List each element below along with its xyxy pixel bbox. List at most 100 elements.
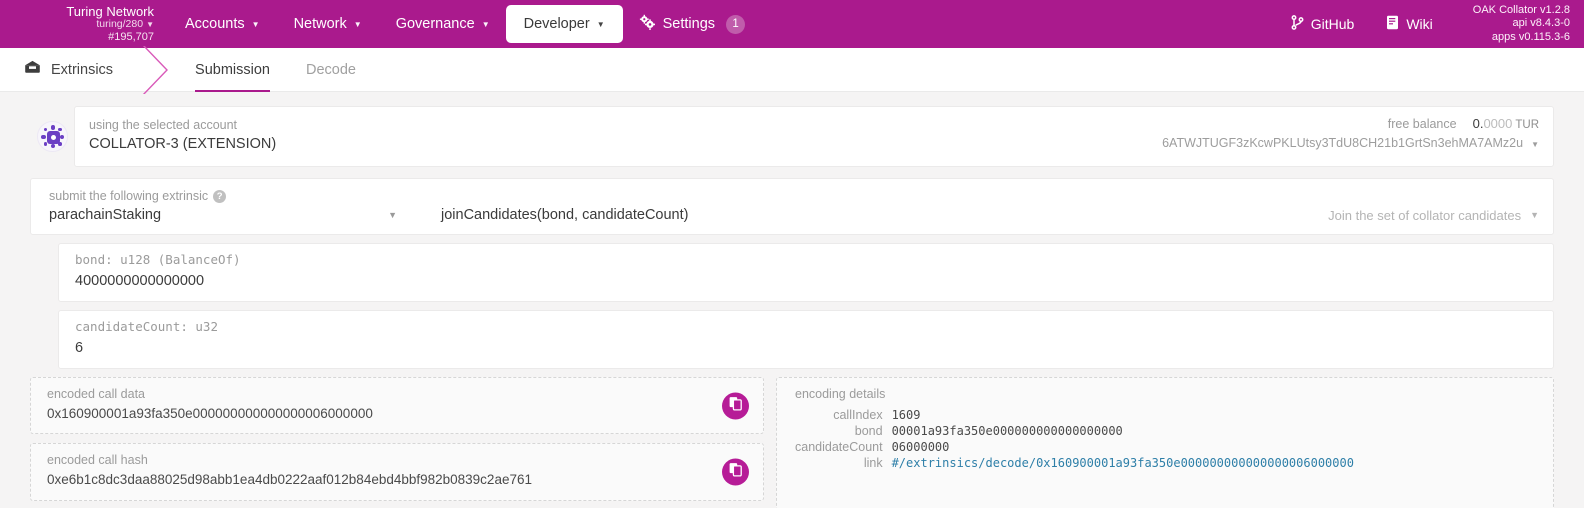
method-doc[interactable]: Join the set of collator candidates ▼ (1328, 208, 1539, 223)
param-input-value[interactable]: 4000000000000000 (75, 270, 1539, 292)
nav-item-label: Network (293, 16, 347, 32)
chain-name: Turing Network (66, 3, 154, 19)
top-navigation-bar: Turing Network turing/280 ▼ #195,707 Acco… (0, 0, 1584, 48)
extrinsic-selector-panel: submit the following extrinsic? parachai… (30, 177, 1554, 235)
nav-item-label: Developer (523, 16, 590, 32)
param-label: bond: u128 (BalanceOf) (75, 252, 241, 267)
version-apps: apps v0.115.3-6 (1491, 30, 1570, 43)
chevron-down-icon: ▼ (146, 20, 154, 30)
account-name: COLLATOR-3 (EXTENSION) (89, 136, 277, 153)
chevron-down-icon: ▼ (596, 19, 605, 29)
param-field-candidatecount[interactable]: candidateCount: u32 6 (58, 310, 1554, 370)
free-balance-value: 0.0000 (1473, 116, 1513, 131)
version-node: OAK Collator v1.2.8 (1472, 3, 1570, 16)
param-field-bond[interactable]: bond: u128 (BalanceOf) 4000000000000000 (58, 243, 1554, 303)
github-link[interactable]: GitHub (1275, 15, 1371, 33)
identicon-avatar (36, 120, 68, 152)
account-panel[interactable]: using the selected account COLLATOR-3 (E… (74, 106, 1554, 167)
balance-fraction: 0000 (1483, 116, 1513, 131)
encoded-call-hash-label: encoded call hash (47, 453, 148, 468)
detail-key: callIndex (833, 407, 883, 422)
encoded-call-hash-box: encoded call hash 0xe6b1c8dc3daa88025d98… (30, 443, 764, 501)
main-content: using the selected account COLLATOR-3 (E… (0, 92, 1584, 508)
balance-unit: TUR (1515, 119, 1539, 131)
question-mark-icon[interactable]: ? (213, 190, 227, 204)
encoded-section: encoded call data 0x160900001a93fa350e00… (30, 377, 1554, 508)
extrinsic-label-row: submit the following extrinsic? (49, 187, 1539, 205)
nav-item-developer[interactable]: Developer ▼ (506, 6, 622, 42)
tab-decode[interactable]: Decode (288, 48, 374, 91)
topbar-right: GitHub Wiki OAK Collator v1.2.8 api v8.4… (1275, 0, 1584, 48)
param-input-value[interactable]: 6 (75, 337, 1539, 359)
detail-value: 1609 (891, 407, 921, 422)
balance-whole: 0. (1472, 116, 1484, 131)
nav-item-label: Governance (395, 16, 475, 32)
nav-item-settings[interactable]: Settings 1 (622, 6, 762, 42)
method-doc-text: Join the set of collator candidates (1328, 207, 1522, 223)
encoded-call-data-value: 0x160900001a93fa350e00000000000000000600… (47, 405, 373, 421)
nav-item-governance[interactable]: Governance ▼ (379, 6, 507, 42)
account-address-select[interactable]: 6ATWJTUGF3zKcwPKLUtsy3TdU8CH21b1GrtSn3eh… (1162, 136, 1539, 150)
tab-label: Decode (306, 61, 356, 78)
copy-icon (729, 396, 742, 415)
detail-key: bond (854, 423, 883, 438)
breadcrumb[interactable]: Extrinsics (0, 48, 135, 91)
mailbox-icon (24, 60, 41, 79)
nav-item-label: Settings (662, 16, 716, 32)
breadcrumb-label: Extrinsics (51, 61, 114, 78)
gears-icon (639, 14, 656, 34)
chain-info[interactable]: Turing Network turing/280 ▼ #195,707 (0, 3, 168, 44)
copy-call-hash-button[interactable] (722, 458, 749, 486)
book-icon (1386, 15, 1399, 33)
breadcrumb-separator (135, 46, 177, 94)
module-value: parachainStaking (49, 207, 162, 223)
version-api: api v8.4.3-0 (1512, 17, 1570, 30)
detail-key: link (863, 455, 883, 470)
wiki-link[interactable]: Wiki (1370, 15, 1448, 33)
chevron-down-icon: ▼ (388, 210, 397, 220)
nav-item-accounts[interactable]: Accounts ▼ (168, 6, 277, 42)
account-label: using the selected account (89, 118, 238, 132)
encoded-left-column: encoded call data 0x160900001a93fa350e00… (30, 377, 764, 508)
module-dropdown[interactable]: parachainStaking ▼ (49, 207, 411, 223)
method-dropdown[interactable]: joinCandidates(bond, candidateCount) (411, 207, 1328, 223)
table-row: link #/extrinsics/decode/0x160900001a93f… (795, 455, 1354, 471)
encoded-call-data-label: encoded call data (47, 387, 145, 402)
chain-spec-label: turing/280 (96, 18, 144, 31)
account-row: using the selected account COLLATOR-3 (E… (30, 106, 1554, 167)
chevron-down-icon: ▼ (1531, 140, 1539, 149)
tab-bar: Extrinsics Submission Decode (0, 46, 1584, 94)
encoding-details-box: encoding details callIndex 1609 bond 000… (776, 377, 1554, 508)
version-info: OAK Collator v1.2.8 api v8.4.3-0 apps v0… (1449, 4, 1570, 44)
extrinsic-selector-row: parachainStaking ▼ joinCandidates(bond, … (49, 207, 1539, 223)
account-address: 6ATWJTUGF3zKcwPKLUtsy3TdU8CH21b1GrtSn3eh… (1162, 136, 1524, 150)
param-label: candidateCount: u32 (75, 319, 218, 335)
extrinsic-label: submit the following extrinsic (49, 188, 209, 203)
free-balance: free balance 0.0000 TUR (1162, 116, 1539, 131)
github-label: GitHub (1310, 16, 1355, 32)
settings-badge: 1 (726, 14, 746, 34)
detail-value: 00001a93fa350e000000000000000000 (891, 423, 1123, 438)
detail-link[interactable]: #/extrinsics/decode/0x160900001a93fa350e… (892, 455, 1354, 471)
chain-spec[interactable]: turing/280 ▼ (0, 18, 154, 31)
table-row: callIndex 1609 (795, 407, 1354, 423)
copy-icon (729, 463, 742, 482)
main-nav: Accounts ▼ Network ▼ Governance ▼ Develo… (168, 0, 762, 48)
tab-label: Submission (195, 61, 270, 78)
chevron-down-icon: ▼ (353, 19, 362, 29)
chevron-down-icon: ▼ (1530, 210, 1539, 220)
encoded-call-data-box: encoded call data 0x160900001a93fa350e00… (30, 377, 764, 435)
detail-key: candidateCount (795, 439, 883, 454)
encoded-call-hash-value: 0xe6b1c8dc3daa88025d98abb1ea4db0222aaf01… (47, 471, 532, 487)
encoding-details-title: encoding details (795, 387, 886, 402)
method-value: joinCandidates(bond, candidateCount) (441, 207, 689, 223)
account-balance-block: free balance 0.0000 TUR 6ATWJTUGF3zKcwPKLU… (1162, 116, 1539, 150)
encoding-details-table: callIndex 1609 bond 00001a93fa350e000000… (795, 407, 1354, 471)
tab-submission[interactable]: Submission (177, 48, 288, 92)
nav-item-network[interactable]: Network ▼ (277, 6, 379, 42)
chain-block-number: #195,707 (108, 30, 154, 43)
wiki-label: Wiki (1406, 16, 1433, 32)
git-branch-icon (1291, 15, 1304, 33)
table-row: candidateCount 06000000 (795, 439, 1354, 455)
copy-call-data-button[interactable] (722, 392, 749, 420)
